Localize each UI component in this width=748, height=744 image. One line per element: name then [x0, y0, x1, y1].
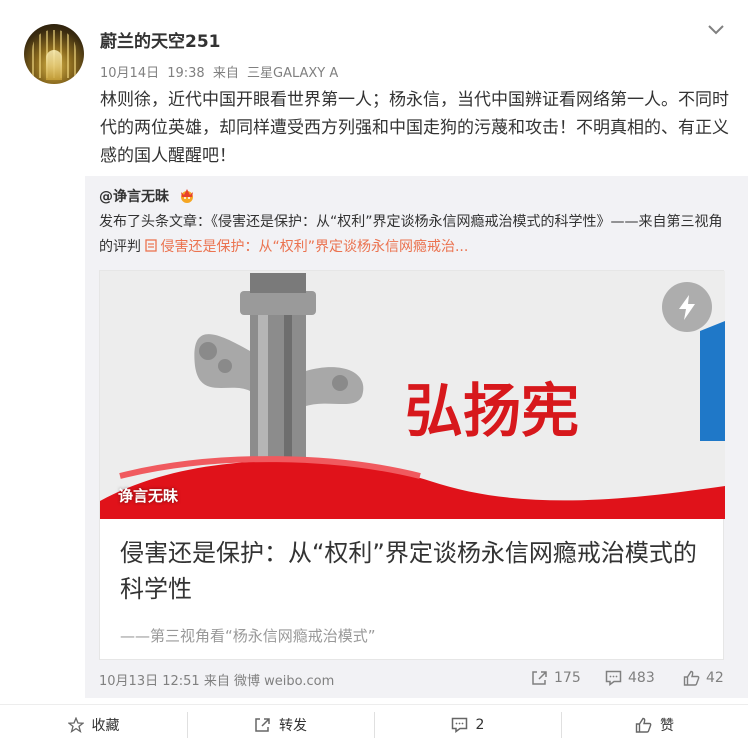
repost-count: 175	[554, 670, 581, 686]
repost-username-row: @诤言无昧	[99, 186, 196, 206]
comment-icon	[605, 670, 622, 686]
repost-block: @诤言无昧 发布了头条文章：《侵害还是保护：从“权利”界定谈杨永信网瘾戒治模式的…	[85, 176, 748, 698]
favorite-label: 收藏	[91, 717, 120, 734]
cover-banner-text: 弘扬宪	[405, 377, 579, 445]
comment-count-button[interactable]: 483	[605, 670, 655, 686]
like-count: 42	[706, 670, 724, 686]
repost-label: 转发	[279, 717, 307, 734]
repost-time[interactable]: 12:51	[162, 674, 199, 689]
repost-count-button[interactable]: 175	[531, 670, 581, 686]
article-title[interactable]: 侵害还是保护：从“权利”界定谈杨永信网瘾戒治模式的科学性	[120, 535, 710, 607]
comment-count: 483	[628, 670, 655, 686]
repost-via-label: 来自	[203, 674, 230, 689]
repost-text: 发布了头条文章：《侵害还是保护：从“权利”界定谈杨永信网瘾戒治模式的科学性》——…	[99, 210, 729, 260]
like-label: 赞	[660, 717, 674, 734]
repost-source[interactable]: 微博 weibo.com	[234, 674, 334, 689]
repost-footer: 10月13日 12:51 来自 微博 weibo.com 175 483 42	[99, 670, 729, 690]
article-cover-image[interactable]: 弘扬宪 诤言无昧	[100, 271, 725, 519]
lightning-icon	[679, 295, 695, 320]
weibo-post: 蔚兰的天空251 10月14日 19:38 来自 三星GALAXY A 林则徐，…	[0, 0, 748, 744]
repost-icon	[255, 717, 270, 732]
image-watermark: 诤言无昧	[118, 487, 179, 505]
article-link[interactable]: 侵害还是保护：从“权利”界定谈杨永信网瘾戒治...	[145, 239, 468, 255]
flash-button[interactable]	[662, 282, 712, 332]
post-date[interactable]: 10月14日	[100, 66, 159, 81]
post-meta: 10月14日 19:38 来自 三星GALAXY A	[100, 62, 342, 81]
via-label: 来自	[212, 66, 239, 81]
comment-label: 2	[475, 716, 485, 733]
comment-button[interactable]: 2	[374, 705, 561, 744]
thumbs-up-icon	[683, 670, 700, 686]
comment-icon	[451, 717, 467, 733]
crown-icon	[180, 189, 193, 203]
article-subtitle: ——第三视角看“杨永信网瘾戒治模式”	[120, 627, 376, 645]
cover-illustration: 弘扬宪	[100, 271, 725, 519]
like-count-button[interactable]: 42	[683, 670, 724, 686]
username[interactable]: 蔚兰的天空251	[100, 27, 221, 52]
article-card[interactable]: 弘扬宪 诤言无昧 侵害还是保护：从“权利”界定谈杨永信网瘾戒治模式的科学性 ——…	[99, 270, 725, 660]
favorite-button[interactable]: 收藏	[0, 705, 187, 744]
repost-icon	[532, 671, 547, 685]
thumbs-up-icon	[635, 717, 652, 733]
article-link-icon	[145, 239, 158, 252]
chevron-down-icon[interactable]	[706, 22, 726, 38]
post-time[interactable]: 19:38	[167, 66, 204, 81]
article-link-text[interactable]: 侵害还是保护：从“权利”界定谈杨永信网瘾戒治...	[160, 239, 468, 255]
post-text: 林则徐，近代中国开眼看世界第一人；杨永信，当代中国辨证看网络第一人。不同时代的两…	[100, 90, 729, 166]
action-bar: 收藏 转发 2 赞	[0, 704, 748, 744]
repost-meta: 10月13日 12:51 来自 微博 weibo.com	[99, 670, 334, 689]
avatar[interactable]	[24, 24, 84, 84]
repost-button[interactable]: 转发	[187, 705, 374, 744]
repost-username[interactable]: @诤言无昧	[99, 189, 169, 205]
star-icon	[67, 716, 84, 733]
repost-date[interactable]: 10月13日	[99, 674, 158, 689]
post-device[interactable]: 三星GALAXY A	[247, 66, 338, 81]
like-button[interactable]: 赞	[561, 705, 748, 744]
